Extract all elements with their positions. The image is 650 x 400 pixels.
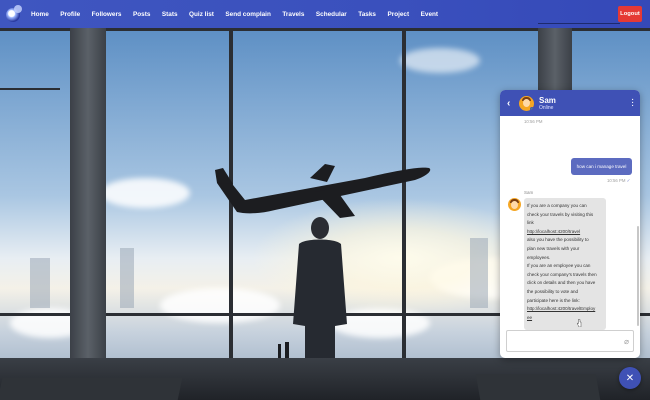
message-line: If you are a company you can <box>527 203 587 208</box>
close-icon: ✕ <box>625 372 635 384</box>
chat-window: ‹ Sam Online · · · 10:56 PM how can i mana… <box>500 90 640 358</box>
nav-link-project[interactable]: Project <box>387 11 409 18</box>
chat-scrollbar[interactable] <box>637 226 639 326</box>
message-line: check your travels by visiting this <box>527 211 594 217</box>
chevron-left-icon[interactable]: ‹ <box>507 98 515 109</box>
nav-link-travels[interactable]: Travels <box>282 11 304 18</box>
contact-avatar <box>519 95 534 111</box>
message-line: employees. <box>527 254 551 260</box>
sender-avatar <box>508 198 521 211</box>
nav-link-send-complain[interactable]: Send complain <box>225 11 270 18</box>
nav-links: Home Profile Followers Posts Stats Quiz … <box>31 11 450 18</box>
message-time: 10:56 PM <box>524 119 543 124</box>
nav-link-home[interactable]: Home <box>31 11 49 18</box>
outgoing-message: how can i manage travel <box>571 158 632 175</box>
logout-button[interactable]: Logout <box>618 6 642 22</box>
nav-link-event[interactable]: Event <box>421 11 438 18</box>
incoming-message: If you are a company you can check your … <box>524 198 606 330</box>
app-logo[interactable] <box>5 5 23 23</box>
message-line: also you have the possibility to <box>527 237 589 243</box>
sender-name: Sam <box>524 190 534 195</box>
message-line: plan new travels with your <box>527 245 580 251</box>
message-line: participate here is the link: <box>527 297 580 303</box>
travel-employee-link-continued[interactable]: ee <box>527 314 603 323</box>
message-line: the possibility to vote and <box>527 288 579 294</box>
message-line: link <box>527 220 534 226</box>
travel-employee-link[interactable]: http://localhost:4200/travelEmploy <box>527 305 603 314</box>
nav-divider <box>538 23 620 24</box>
message-time: 10:56 PM ✓ <box>607 178 631 183</box>
contact-name: Sam <box>539 95 556 105</box>
nav-link-schedular[interactable]: Schedular <box>316 11 347 18</box>
double-check-icon: ✓ <box>626 178 631 183</box>
chat-header: ‹ Sam Online · · · <box>500 90 640 116</box>
close-chat-button[interactable]: ✕ <box>619 367 641 389</box>
chat-messages: 10:56 PM how can i manage travel 10:56 P… <box>500 116 640 339</box>
nav-link-posts[interactable]: Posts <box>133 11 150 18</box>
contact-status: Online <box>539 104 554 111</box>
message-line: check your company's travels then <box>527 271 597 277</box>
top-navbar: Home Profile Followers Posts Stats Quiz … <box>0 0 650 28</box>
nav-link-profile[interactable]: Profile <box>60 11 80 18</box>
travel-link[interactable]: http://localhost:4200/travel <box>527 228 603 237</box>
nav-link-stats[interactable]: Stats <box>162 11 178 18</box>
online-status-dot <box>530 106 534 111</box>
nav-link-followers[interactable]: Followers <box>92 11 122 18</box>
message-line: If you are an employee you can <box>527 263 591 269</box>
more-vertical-icon[interactable]: · · · <box>632 97 634 110</box>
message-input[interactable]: ⌀ <box>506 330 634 352</box>
message-line: click on details and then you have <box>527 280 596 286</box>
nav-link-tasks[interactable]: Tasks <box>358 11 376 18</box>
nav-link-quiz-list[interactable]: Quiz list <box>189 11 214 18</box>
paperclip-icon[interactable]: ⌀ <box>624 337 629 346</box>
mouse-cursor <box>577 319 582 327</box>
